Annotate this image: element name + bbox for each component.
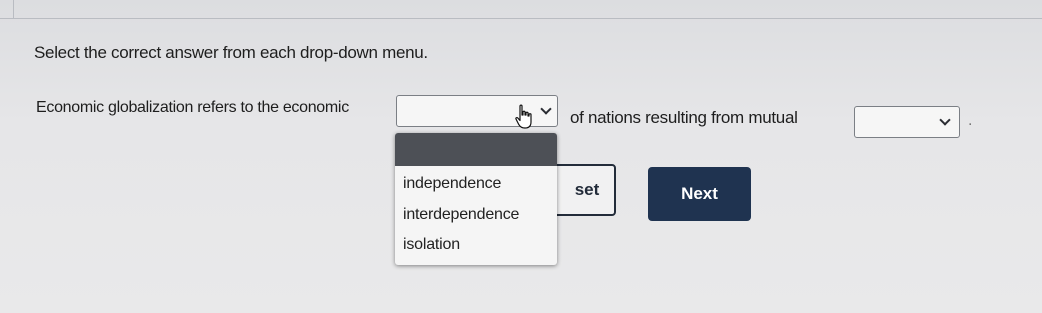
question-text-part3: . xyxy=(968,112,973,129)
question-text-part1: Economic globalization refers to the eco… xyxy=(36,99,349,116)
reset-button-label: set xyxy=(574,180,600,199)
top-divider xyxy=(0,18,1042,19)
chevron-down-icon xyxy=(939,114,951,126)
dropdown-1-menu: independence interdependence isolation xyxy=(395,133,557,265)
dropdown-2[interactable] xyxy=(854,106,960,138)
instructions-text: Select the correct answer from each drop… xyxy=(34,43,428,62)
question-text-part2: of nations resulting from mutual xyxy=(570,108,798,127)
dropdown-option-interdependence[interactable]: interdependence xyxy=(403,206,519,224)
next-button-label: Next xyxy=(681,184,718,203)
next-button[interactable]: Next xyxy=(648,167,751,221)
dropdown-menu-header xyxy=(395,133,557,166)
dropdown-option-isolation[interactable]: isolation xyxy=(403,236,460,254)
hand-pointer-icon xyxy=(515,104,532,129)
top-divider-left xyxy=(0,0,14,18)
dropdown-option-independence[interactable]: independence xyxy=(403,175,501,193)
chevron-down-icon xyxy=(540,103,552,115)
